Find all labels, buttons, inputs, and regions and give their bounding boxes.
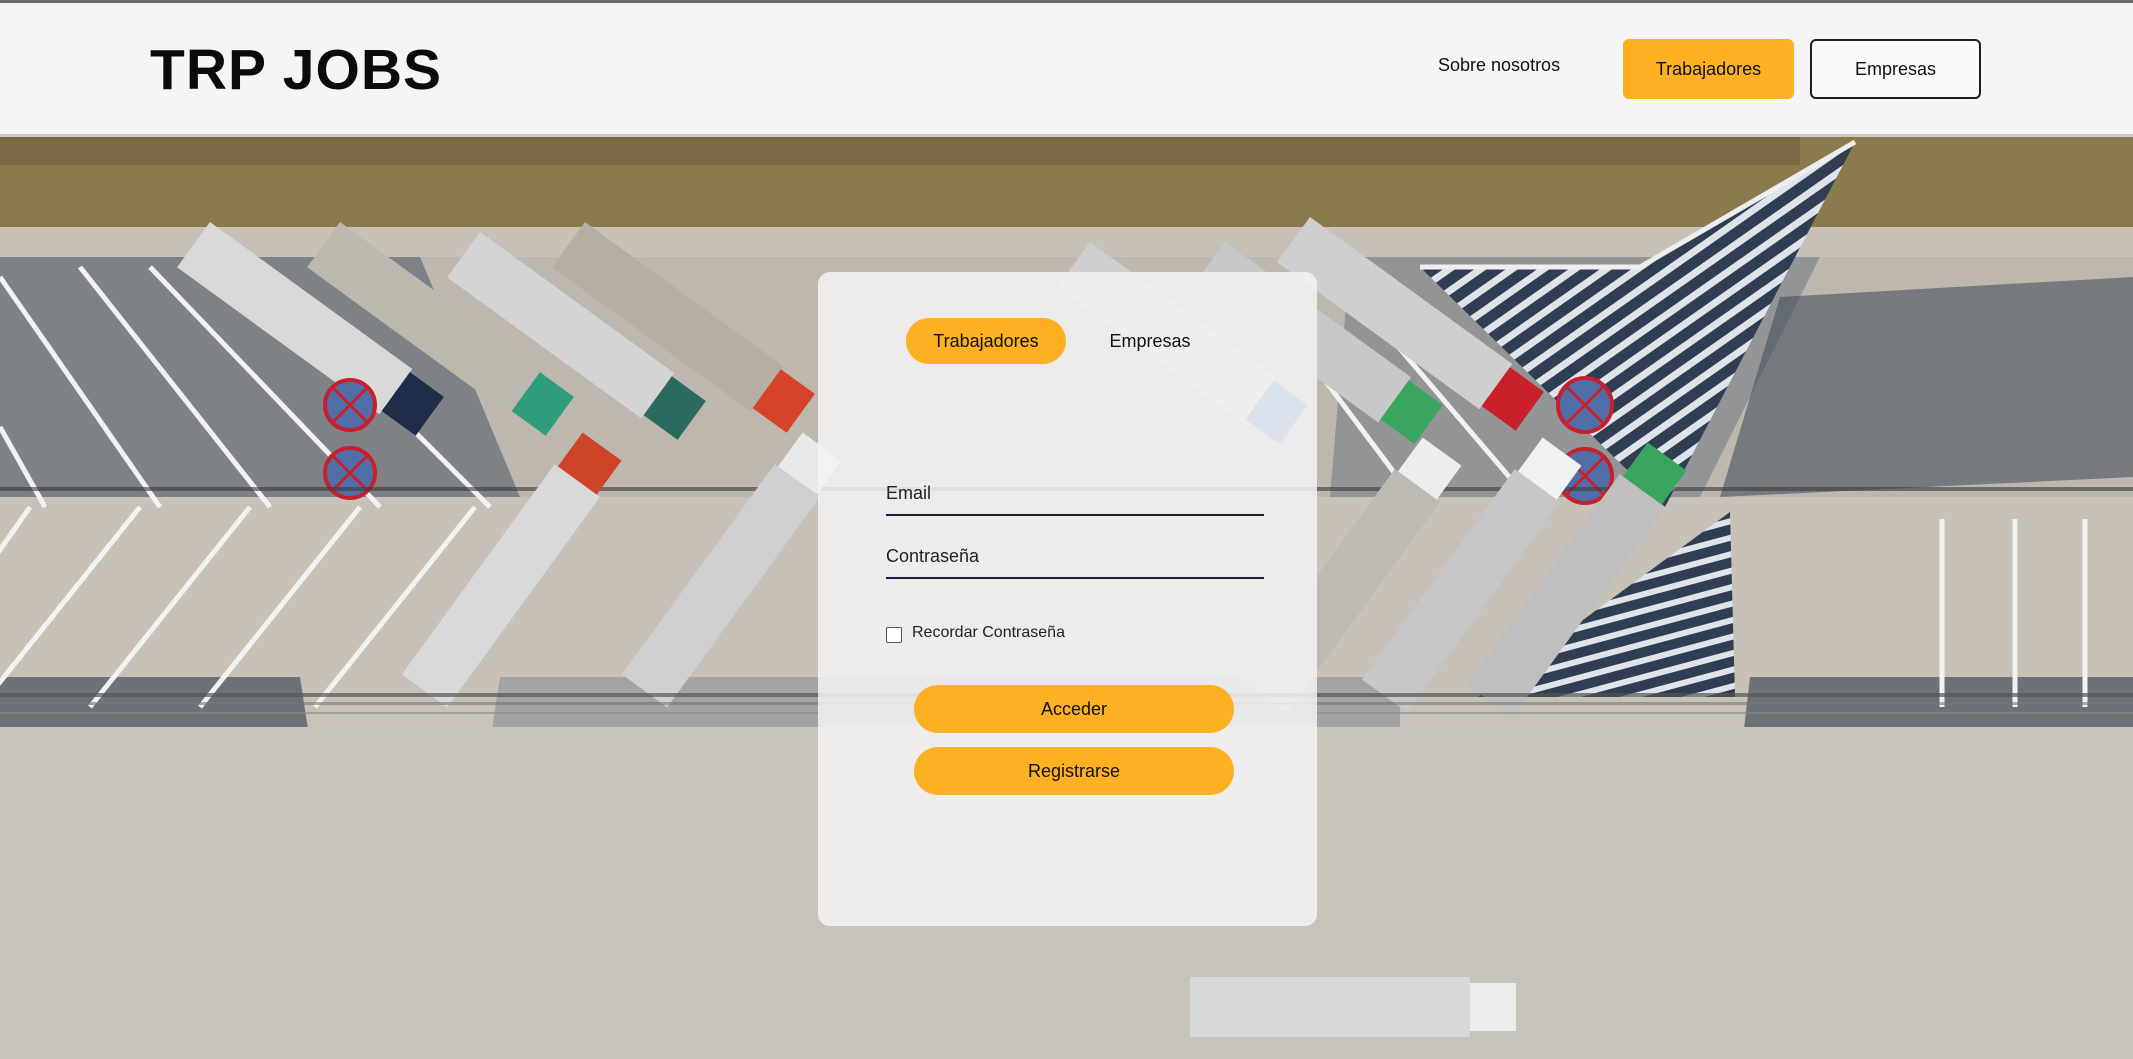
email-field[interactable]: [886, 472, 1264, 514]
site-header: TRP JOBS Sobre nosotros Trabajadores Emp…: [0, 3, 2133, 136]
tab-workers[interactable]: Trabajadores: [906, 318, 1066, 364]
login-button[interactable]: Acceder: [914, 685, 1234, 733]
email-field-container: [886, 472, 1264, 516]
login-card: Trabajadores Empresas Recordar Contraseñ…: [818, 272, 1317, 926]
password-field-container: [886, 535, 1264, 579]
nav-workers-button[interactable]: Trabajadores: [1623, 39, 1794, 99]
nav-about-link[interactable]: Sobre nosotros: [1438, 55, 1560, 76]
remember-password-row: Recordar Contraseña: [886, 623, 1065, 643]
password-field[interactable]: [886, 535, 1264, 577]
remember-password-label: Recordar Contraseña: [912, 624, 1065, 641]
remember-password-checkbox[interactable]: [886, 627, 902, 643]
site-logo[interactable]: TRP JOBS: [150, 37, 442, 103]
nav-companies-button[interactable]: Empresas: [1810, 39, 1981, 99]
tab-companies[interactable]: Empresas: [1080, 318, 1220, 364]
register-button[interactable]: Registrarse: [914, 747, 1234, 795]
